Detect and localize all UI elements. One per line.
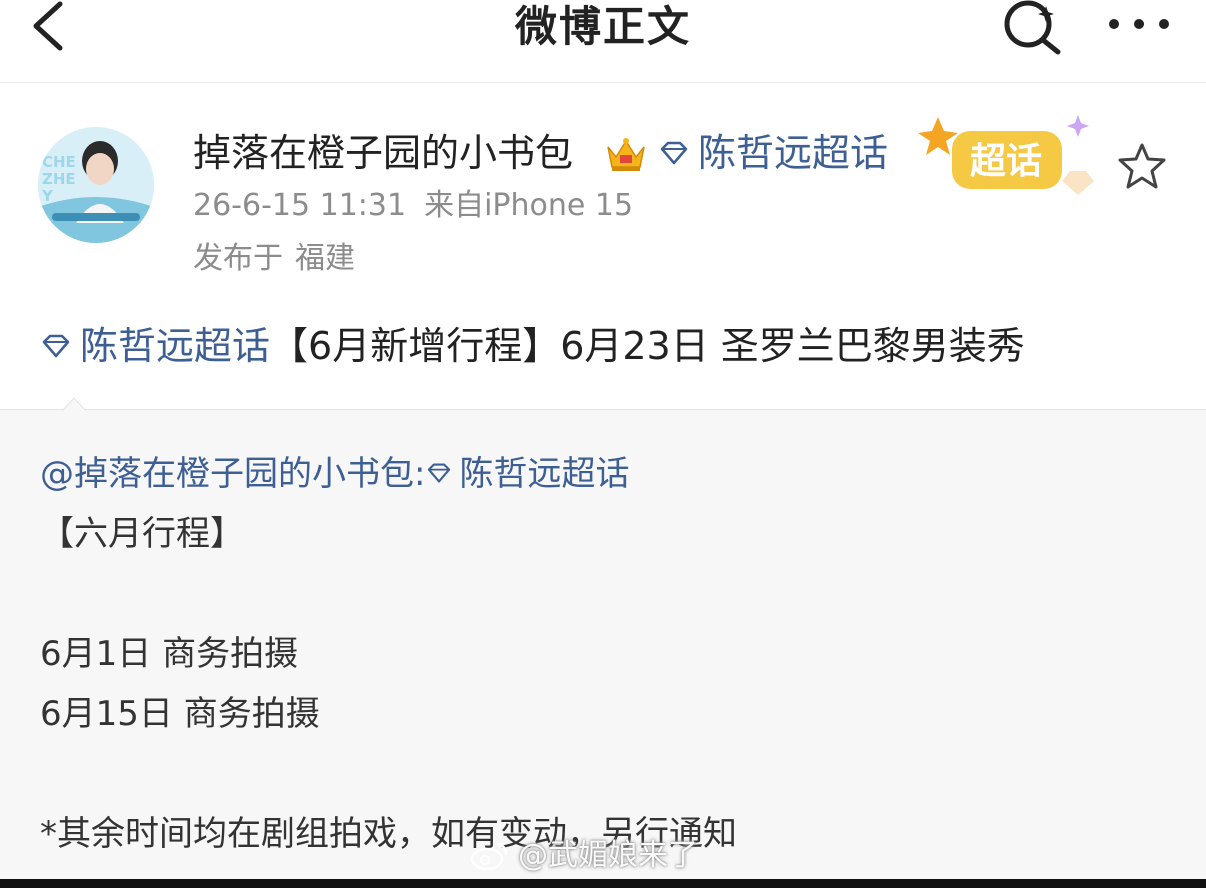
diamond-icon [428,462,451,483]
bottom-edge [0,879,1206,888]
avatar-image: CHE ZHE Y [38,127,154,243]
content-topic-label: 陈哲远超话 [80,324,271,368]
post-location: 发布于 福建 [193,239,355,279]
more-dots-icon[interactable] [1104,6,1174,42]
favorite-star-icon[interactable] [1116,141,1168,191]
schedule-line-2: 6月15日 商务拍摄 [40,694,320,734]
location-name: 福建 [295,241,355,276]
repost-topic-label: 陈哲远超话 [459,454,630,494]
location-prefix: 发布于 [193,241,283,276]
post-time: 26-6-15 11:31 [193,188,407,223]
search-icon[interactable] [1000,0,1066,56]
repost-user-link[interactable]: @掉落在橙子园的小书包: [40,454,425,494]
diamond-icon [42,334,70,357]
repost-title: 【六月行程】 [40,514,244,554]
watermark: @武媚娘来了 [470,836,698,876]
repost-card[interactable]: @掉落在橙子园的小书包: 陈哲远超话 【六月行程】 6月1日 商务拍摄 6月15… [0,397,1206,880]
avatar-text-2: ZHE [42,170,76,188]
avatar-text-3: Y [41,187,54,205]
author-topic-label: 陈哲远超话 [698,131,889,175]
diamond-icon [660,141,688,164]
avatar-text-1: CHE [42,153,76,171]
repost-topic-link[interactable]: 陈哲远超话 [425,454,629,494]
watermark-text: @武媚娘来了 [518,838,698,873]
author-topic-link[interactable]: 陈哲远超话 [658,129,888,177]
nav-bar: 微博正文 [0,0,1206,83]
crown-icon [607,138,645,171]
weibo-post: CHE ZHE Y 掉落在橙子园的小书包 陈哲远超话 超话 26-6-15 11… [0,83,1206,409]
content-text: 【6月新增行程】6月23日 圣罗兰巴黎男装秀 [270,324,1025,368]
weibo-logo-icon [470,842,508,870]
post-content: 陈哲远超话【6月新增行程】6月23日 圣罗兰巴黎男装秀 [40,321,1025,371]
post-meta: 26-6-15 11:31 来自iPhone 15 [193,186,633,226]
repost-header: @掉落在橙子园的小书包: 陈哲远超话 [40,452,629,496]
badge-label: 超话 [970,141,1042,182]
schedule-line-1: 6月1日 商务拍摄 [40,634,299,674]
content-topic-link[interactable]: 陈哲远超话 [40,324,270,368]
author-name[interactable]: 掉落在橙子园的小书包 [193,129,573,177]
repost-pointer [62,397,86,411]
post-source: 来自iPhone 15 [424,188,634,223]
avatar[interactable]: CHE ZHE Y [38,127,154,243]
super-topic-badge: 超话 [918,115,1094,195]
